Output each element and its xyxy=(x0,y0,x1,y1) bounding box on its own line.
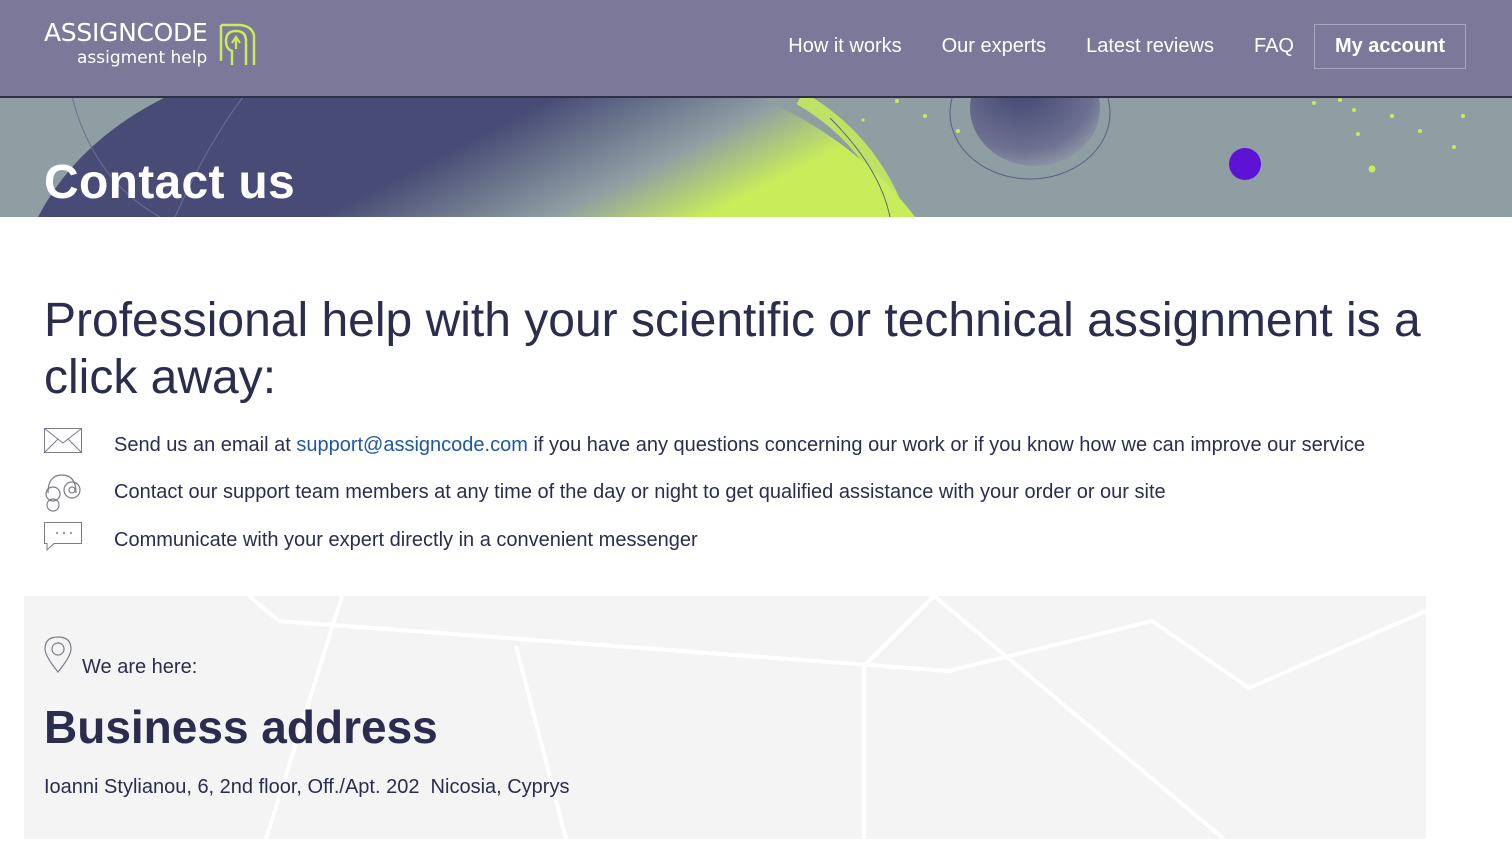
nav-how-it-works[interactable]: How it works xyxy=(788,35,901,58)
feature-messenger: Communicate with your expert directly in… xyxy=(44,521,1484,561)
site-header: ASSIGNCODE assigment help How it works O… xyxy=(0,0,1512,98)
email-prefix: Send us an email at xyxy=(114,434,297,456)
nav-latest-reviews[interactable]: Latest reviews xyxy=(1086,35,1214,58)
logo-title: ASSIGNCODE xyxy=(44,18,208,47)
headset-icon xyxy=(45,474,81,512)
logo-tagline: assigment help xyxy=(77,48,208,68)
contact-headline: Professional help with your scientific o… xyxy=(44,294,1421,404)
address-section: We are here: Business address Ioanni Sty… xyxy=(24,596,1426,839)
main-nav: How it works Our experts Latest reviews … xyxy=(788,24,1466,69)
logo[interactable]: ASSIGNCODE assigment help xyxy=(44,18,274,74)
we-are-here-label: We are here: xyxy=(82,656,198,678)
hero-banner: Contact us xyxy=(0,98,1512,217)
my-account-button[interactable]: My account xyxy=(1313,24,1466,69)
feature-email-text: Send us an email at support@assigncode.c… xyxy=(114,434,1365,457)
feature-email: Send us an email at support@assigncode.c… xyxy=(44,426,1484,466)
head-logo-icon xyxy=(219,23,256,65)
email-suffix: if you have any questions concerning our… xyxy=(527,434,1365,456)
feature-support-text: Contact our support team members at any … xyxy=(114,481,1166,503)
envelope-icon xyxy=(44,428,82,453)
support-email-link[interactable]: support@assigncode.com xyxy=(296,434,528,456)
feature-support: Contact our support team members at any … xyxy=(44,473,1484,513)
location-pin-icon xyxy=(44,636,72,673)
page-title: Contact us xyxy=(44,156,296,209)
nav-faq[interactable]: FAQ xyxy=(1254,35,1294,58)
business-address-title: Business address xyxy=(44,701,438,753)
chat-bubble-icon xyxy=(44,522,82,552)
feature-messenger-text: Communicate with your expert directly in… xyxy=(114,529,698,551)
business-address-line: Ioanni Stylianou, 6, 2nd floor, Off./Apt… xyxy=(44,776,570,798)
nav-our-experts[interactable]: Our experts xyxy=(942,35,1046,58)
